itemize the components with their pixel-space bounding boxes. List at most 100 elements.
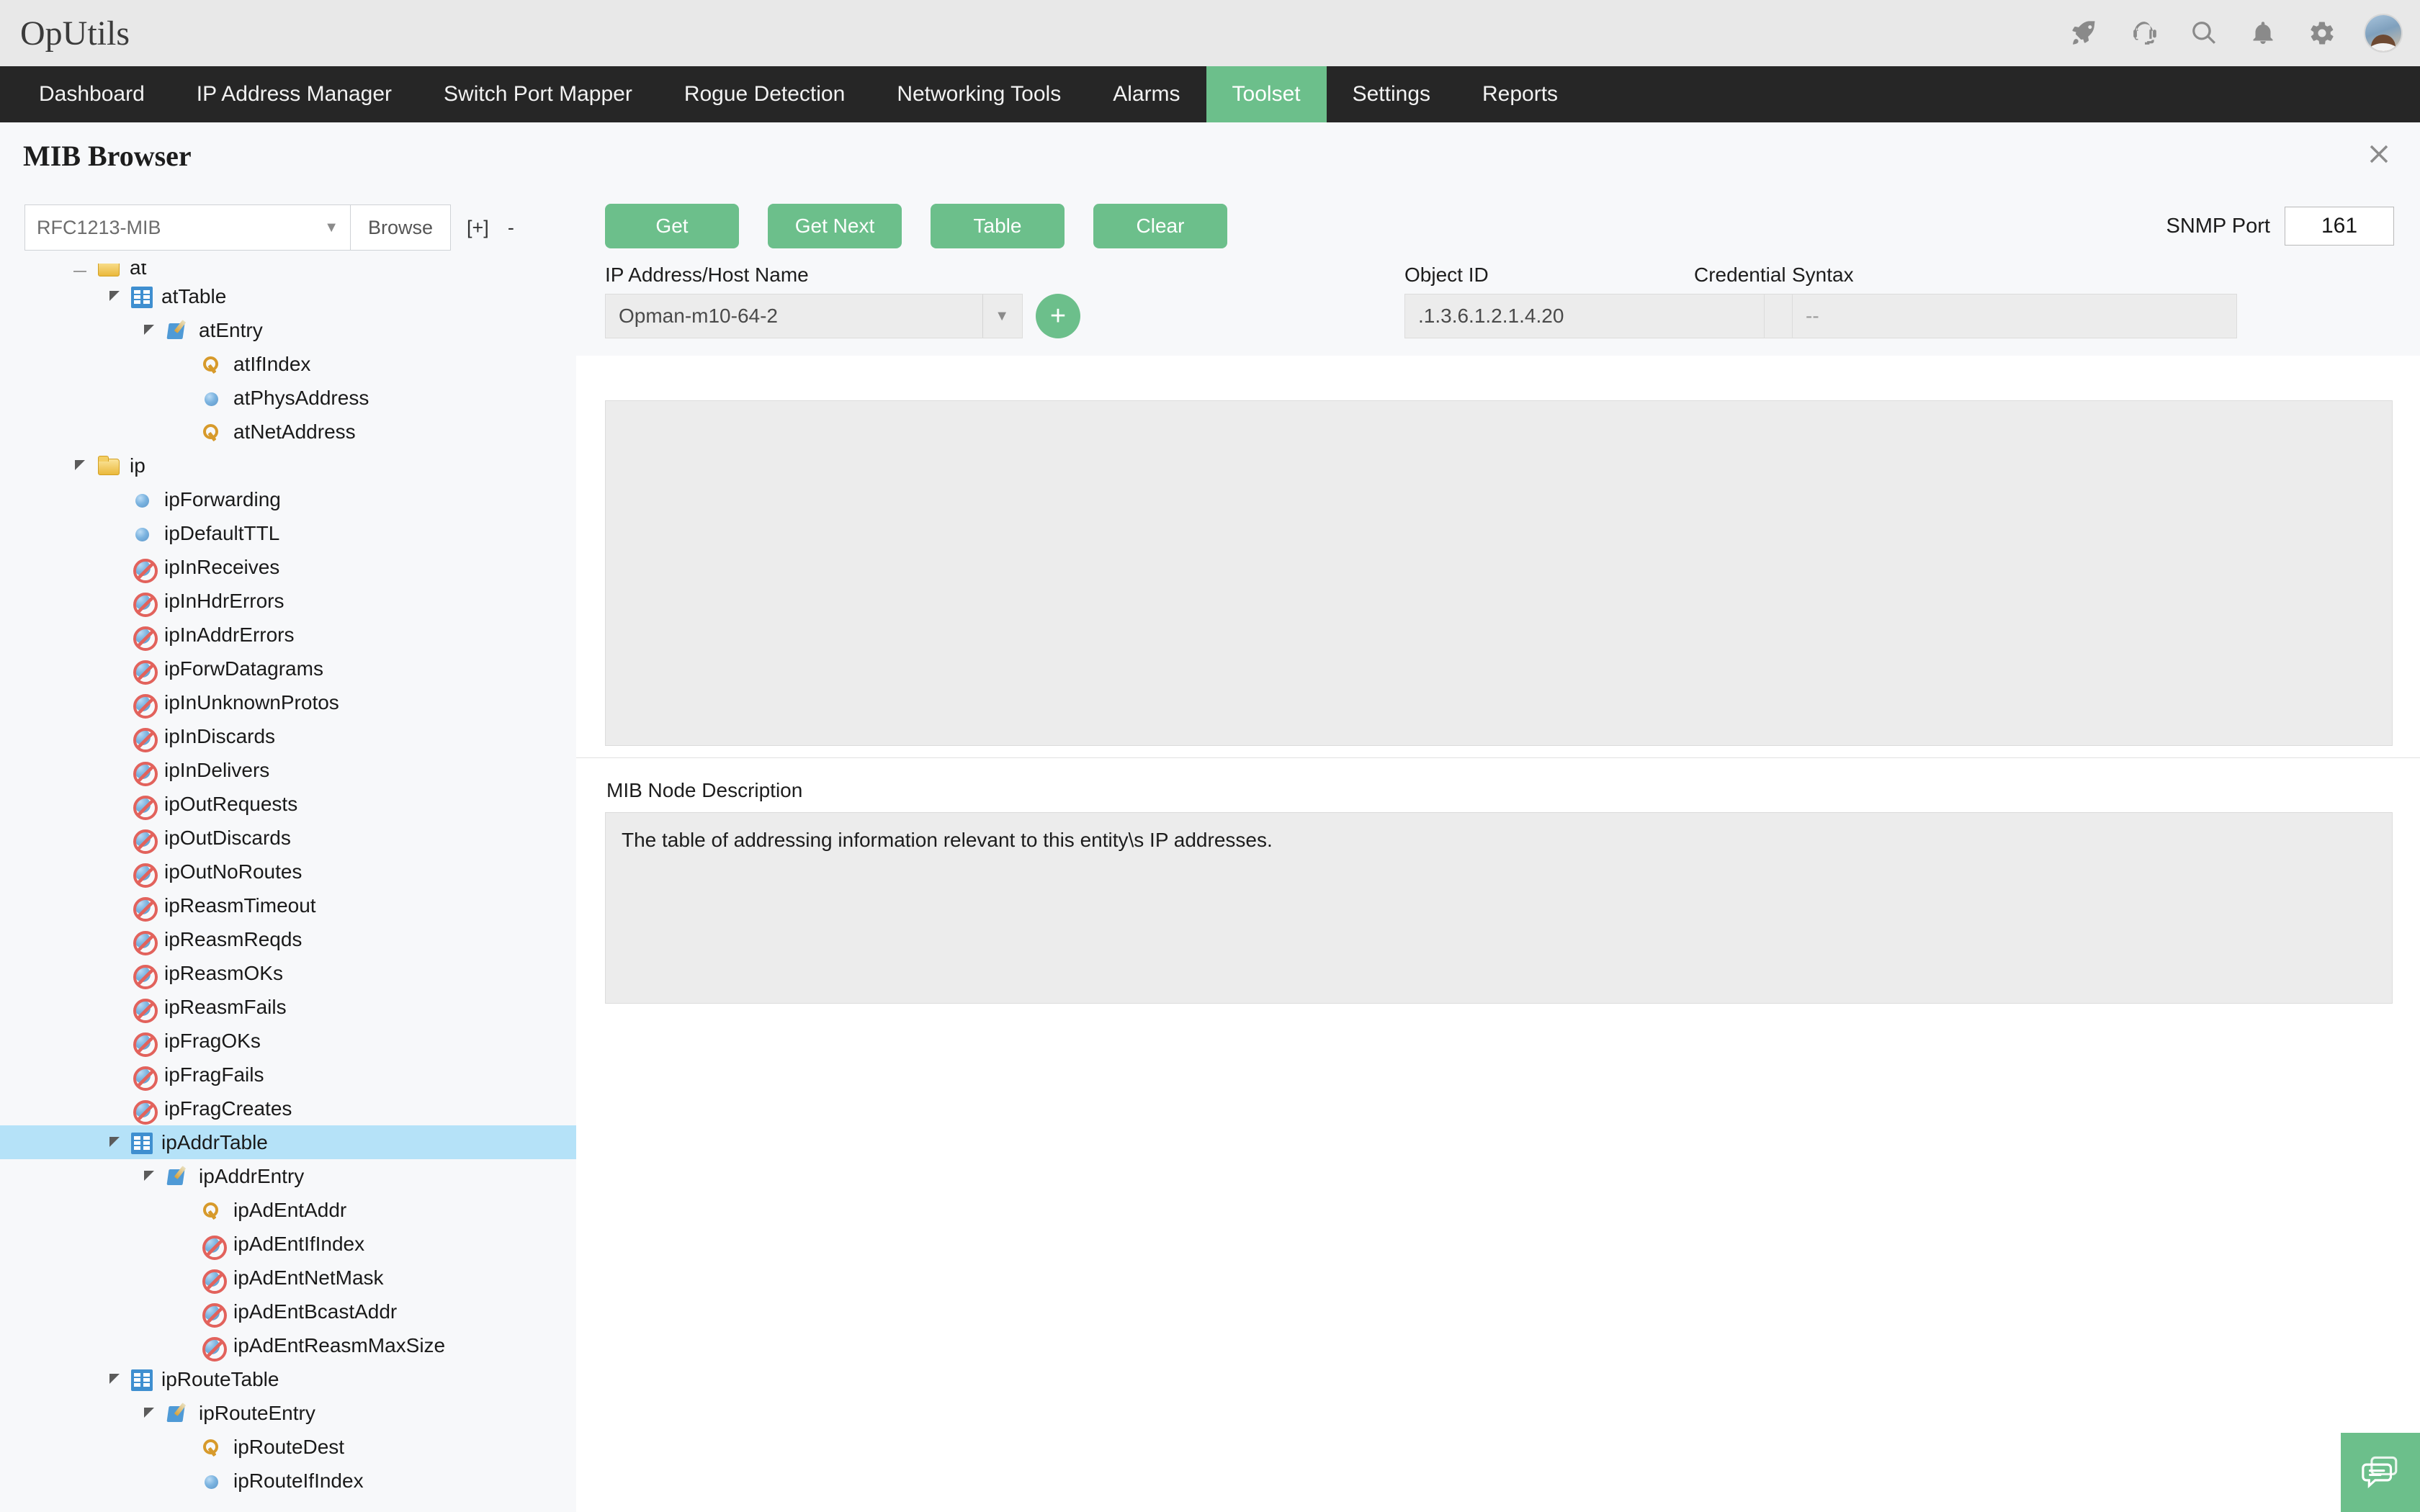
avatar[interactable] (2365, 15, 2401, 51)
host-select[interactable]: Opman-m10-64-2 ▼ (605, 294, 1023, 338)
tree-node-label: ipAdEntBcastAddr (233, 1300, 397, 1323)
close-icon[interactable] (2364, 139, 2394, 173)
nav-item-alarms[interactable]: Alarms (1087, 66, 1206, 122)
headset-icon[interactable] (2129, 17, 2161, 49)
table-button[interactable]: Table (931, 204, 1065, 248)
tree-node-ipFragOKs[interactable]: ipFragOKs (0, 1024, 576, 1058)
chat-button[interactable] (2341, 1433, 2420, 1512)
tree-node-ipRouteEntry[interactable]: ipRouteEntry (0, 1396, 576, 1430)
tree-node-label: ipReasmFails (164, 996, 287, 1019)
rocket-icon[interactable] (2070, 17, 2102, 49)
result-output-panel[interactable] (605, 400, 2393, 746)
entry-icon (166, 1164, 190, 1189)
tree-spacer (108, 492, 124, 508)
tree-node-ipInReceives[interactable]: ipInReceives (0, 550, 576, 584)
search-icon[interactable] (2188, 17, 2220, 49)
add-host-button[interactable]: + (1036, 294, 1080, 338)
tree-node-ipInAddrErrors[interactable]: ipInAddrErrors (0, 618, 576, 652)
tree-node-atIfIndex[interactable]: atIfIndex (0, 347, 576, 381)
tree-node-atTable[interactable]: atTable (0, 279, 576, 313)
expand-arrow-icon[interactable] (143, 1405, 158, 1421)
query-form-row: IP Address/Host Name Opman-m10-64-2 ▼ + … (576, 264, 2420, 356)
tree-node-ipAdEntBcastAddr[interactable]: ipAdEntBcastAddr (0, 1295, 576, 1328)
readonly-icon (200, 1232, 225, 1256)
nav-item-dashboard[interactable]: Dashboard (13, 66, 171, 122)
nav-item-toolset[interactable]: Toolset (1206, 66, 1327, 122)
tree-node-label: ipInDelivers (164, 759, 269, 782)
tree-node-atPhysAddress[interactable]: atPhysAddress (0, 381, 576, 415)
mib-tree-pane: RFC1213-MIB ▼ Browse [+] - atatTableatEn… (0, 189, 576, 1512)
expand-arrow-icon[interactable] (108, 1135, 124, 1151)
readonly-icon (131, 623, 156, 647)
tree-node-ipOutNoRoutes[interactable]: ipOutNoRoutes (0, 855, 576, 888)
tree-node-ipReasmTimeout[interactable]: ipReasmTimeout (0, 888, 576, 922)
expand-all-button[interactable]: [+] (467, 217, 489, 239)
expand-arrow-icon[interactable] (108, 289, 124, 305)
tree-node-atNetAddress[interactable]: atNetAddress (0, 415, 576, 449)
get-button[interactable]: Get (605, 204, 739, 248)
tree-node-ipFragFails[interactable]: ipFragFails (0, 1058, 576, 1092)
tree-node-ipAdEntIfIndex[interactable]: ipAdEntIfIndex (0, 1227, 576, 1261)
tree-node-ipAdEntAddr[interactable]: ipAdEntAddr (0, 1193, 576, 1227)
readonly-icon (131, 927, 156, 952)
tree-node-ipReasmOKs[interactable]: ipReasmOKs (0, 956, 576, 990)
tree-node-ipInDelivers[interactable]: ipInDelivers (0, 753, 576, 787)
tree-spacer (108, 526, 124, 541)
tree-node-label: ipAdEntNetMask (233, 1266, 384, 1290)
snmp-port-input[interactable] (2285, 207, 2394, 246)
nav-item-ip-address-manager[interactable]: IP Address Manager (171, 66, 418, 122)
nav-item-reports[interactable]: Reports (1456, 66, 1584, 122)
tree-node-ipInUnknownProtos[interactable]: ipInUnknownProtos (0, 685, 576, 719)
bell-icon[interactable] (2247, 17, 2279, 49)
browse-button[interactable]: Browse (350, 204, 451, 251)
tree-node-ipForwarding[interactable]: ipForwarding (0, 482, 576, 516)
object-id-input[interactable]: .1.3.6.1.2.1.4.20 (1404, 294, 1765, 338)
nav-item-rogue-detection[interactable]: Rogue Detection (658, 66, 871, 122)
tree-node-ipAddrEntry[interactable]: ipAddrEntry (0, 1159, 576, 1193)
tree-node-ipInDiscards[interactable]: ipInDiscards (0, 719, 576, 753)
expand-arrow-icon[interactable] (108, 1372, 124, 1387)
chevron-down-icon: ▼ (982, 294, 1009, 338)
tree-node-ipOutRequests[interactable]: ipOutRequests (0, 787, 576, 821)
key-icon (200, 1198, 225, 1223)
collapse-dash-icon[interactable] (73, 264, 89, 279)
nav-item-switch-port-mapper[interactable]: Switch Port Mapper (418, 66, 658, 122)
tree-node-ipReasmReqds[interactable]: ipReasmReqds (0, 922, 576, 956)
clear-button[interactable]: Clear (1093, 204, 1227, 248)
tree-node-atEntry[interactable]: atEntry (0, 313, 576, 347)
gear-icon[interactable] (2306, 17, 2338, 49)
expand-arrow-icon[interactable] (143, 1169, 158, 1184)
snmp-port-group: SNMP Port (2166, 207, 2394, 246)
expand-arrow-icon[interactable] (143, 323, 158, 338)
tree-node-ipAddrTable[interactable]: ipAddrTable (0, 1125, 576, 1159)
expand-arrow-icon[interactable] (73, 458, 89, 474)
tree-spacer (177, 1304, 193, 1320)
nav-item-settings[interactable]: Settings (1327, 66, 1456, 122)
tree-node-ipFragCreates[interactable]: ipFragCreates (0, 1092, 576, 1125)
tree-node-label: ipRouteTable (161, 1368, 279, 1391)
readonly-icon (131, 555, 156, 580)
snmp-port-label: SNMP Port (2166, 215, 2270, 238)
nav-item-networking-tools[interactable]: Networking Tools (871, 66, 1087, 122)
get-next-button[interactable]: Get Next (768, 204, 902, 248)
readonly-icon (131, 758, 156, 783)
tree-node-ipForwDatagrams[interactable]: ipForwDatagrams (0, 652, 576, 685)
tree-node-at[interactable]: at (0, 264, 576, 279)
tree-node-label: ipFragOKs (164, 1030, 261, 1053)
tree-node-label: ipDefaultTTL (164, 522, 279, 545)
tree-node-ipOutDiscards[interactable]: ipOutDiscards (0, 821, 576, 855)
collapse-all-button[interactable]: - (508, 217, 514, 239)
tree-node-ipDefaultTTL[interactable]: ipDefaultTTL (0, 516, 576, 550)
tree-node-ip[interactable]: ip (0, 449, 576, 482)
host-field-group: IP Address/Host Name Opman-m10-64-2 ▼ + (605, 264, 1080, 338)
tree-node-ipAdEntReasmMaxSize[interactable]: ipAdEntReasmMaxSize (0, 1328, 576, 1362)
tree-node-ipRouteIfIndex[interactable]: ipRouteIfIndex (0, 1464, 576, 1498)
mib-select[interactable]: RFC1213-MIB ▼ (24, 204, 350, 251)
tree-node-ipReasmFails[interactable]: ipReasmFails (0, 990, 576, 1024)
tree-node-ipRouteTable[interactable]: ipRouteTable (0, 1362, 576, 1396)
host-value: Opman-m10-64-2 (619, 305, 778, 328)
tree-node-ipAdEntNetMask[interactable]: ipAdEntNetMask (0, 1261, 576, 1295)
tree-node-ipRouteDest[interactable]: ipRouteDest (0, 1430, 576, 1464)
tree-node-ipInHdrErrors[interactable]: ipInHdrErrors (0, 584, 576, 618)
mib-tree[interactable]: atatTableatEntryatIfIndexatPhysAddressat… (0, 264, 576, 1512)
